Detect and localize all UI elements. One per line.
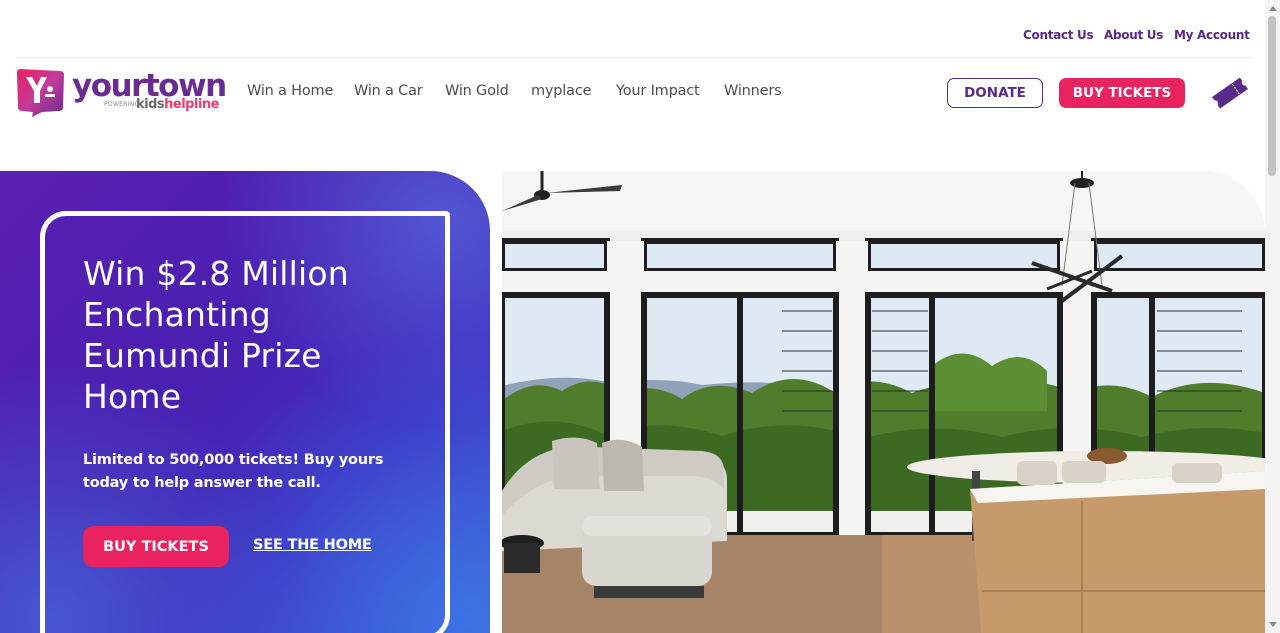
- logo-kids-helpline: kidshelpline: [136, 97, 219, 112]
- nav-myplace[interactable]: myplace: [531, 83, 592, 99]
- nav-win-a-car[interactable]: Win a Car: [354, 83, 423, 99]
- nav-winners[interactable]: Winners: [724, 83, 782, 99]
- see-the-home-link[interactable]: SEE THE HOME: [253, 537, 372, 553]
- scrollbar-thumb[interactable]: [1268, 16, 1276, 176]
- nav-win-a-home[interactable]: Win a Home: [247, 83, 333, 99]
- nav-your-impact[interactable]: Your Impact: [616, 83, 700, 99]
- my-account-link[interactable]: My Account: [1174, 28, 1250, 42]
- page-scrollbar[interactable]: [1265, 0, 1280, 633]
- contact-us-link[interactable]: Contact Us: [1023, 28, 1094, 42]
- about-us-link[interactable]: About Us: [1104, 28, 1163, 42]
- utility-bar: Contact Us About Us My Account: [16, 0, 1250, 58]
- nav-win-gold[interactable]: Win Gold: [445, 83, 509, 99]
- logo-powering-text: POWERING: [104, 101, 140, 108]
- yourtown-logo[interactable]: yourtown POWERING kidshelpline: [16, 67, 227, 119]
- logo-kids-text: kids: [136, 97, 165, 112]
- logo-helpline-text: helpline: [164, 97, 219, 112]
- page: Contact Us About Us My Account yourtown …: [0, 0, 1280, 633]
- prize-home-interior-image: [502, 171, 1265, 633]
- yourtown-logo-mark-icon: [17, 69, 64, 117]
- hero-image-prize-home: [502, 171, 1265, 633]
- scroll-down-arrow-icon[interactable]: [1269, 622, 1277, 627]
- donate-button[interactable]: DONATE: [947, 78, 1043, 108]
- hero-title: Win $2.8 Million Enchanting Eumundi Priz…: [83, 254, 349, 416]
- ticket-icon[interactable]: [1210, 74, 1250, 112]
- hero-buy-tickets-button[interactable]: BUY TICKETS: [83, 526, 229, 567]
- hero-subtitle: Limited to 500,000 tickets! Buy yours to…: [83, 452, 384, 491]
- scroll-up-arrow-icon[interactable]: [1269, 6, 1277, 11]
- header-buy-tickets-button[interactable]: BUY TICKETS: [1059, 78, 1185, 108]
